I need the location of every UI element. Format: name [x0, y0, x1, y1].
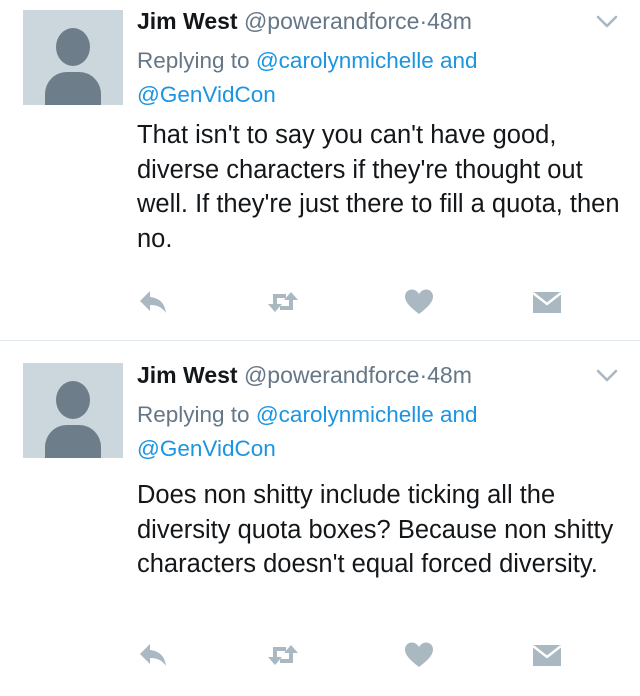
tweet-actions: [0, 636, 640, 676]
heart-icon[interactable]: [403, 640, 435, 670]
avatar[interactable]: [23, 363, 123, 458]
chevron-down-icon[interactable]: [596, 14, 618, 30]
mention-joiner[interactable]: and: [440, 48, 478, 73]
separator-dot: ·: [419, 362, 428, 388]
user-handle[interactable]: @powerandforce: [244, 8, 420, 34]
mention-link[interactable]: @carolynmichelle: [256, 48, 434, 73]
chevron-down-icon[interactable]: [596, 368, 618, 384]
tweet-text: That isn't to say you can't have good, d…: [137, 121, 620, 253]
avatar-shoulders-shape: [45, 72, 101, 105]
tweet[interactable]: Jim West @powerandforce·48m Replying to …: [0, 0, 640, 340]
replying-to-label: Replying to: [137, 402, 250, 427]
mention-link[interactable]: @GenVidCon: [137, 436, 276, 461]
separator-dot: ·: [419, 8, 428, 34]
display-name[interactable]: Jim West: [137, 362, 238, 388]
tweet[interactable]: Jim West @powerandforce·48m Replying to …: [0, 341, 640, 696]
tweet-header: Jim West @powerandforce·48m: [137, 6, 472, 36]
retweet-icon[interactable]: [266, 640, 300, 670]
tweet-actions: [0, 283, 640, 323]
avatar-head-shape: [56, 381, 90, 419]
avatar-shoulders-shape: [45, 425, 101, 458]
replying-to: Replying to @carolynmichelle and @GenVid…: [137, 44, 607, 112]
tweet-header: Jim West @powerandforce·48m: [137, 360, 472, 390]
mention-joiner[interactable]: and: [440, 402, 478, 427]
retweet-icon[interactable]: [266, 287, 300, 317]
timestamp[interactable]: 48m: [427, 362, 472, 388]
timestamp[interactable]: 48m: [427, 8, 472, 34]
mention-link[interactable]: @carolynmichelle: [256, 402, 434, 427]
envelope-icon[interactable]: [531, 287, 563, 317]
envelope-icon[interactable]: [531, 640, 563, 670]
avatar-head-shape: [56, 28, 90, 66]
reply-icon[interactable]: [137, 287, 169, 317]
user-handle[interactable]: @powerandforce: [244, 362, 420, 388]
replying-to-label: Replying to: [137, 48, 250, 73]
tweet-text: Does non shitty include ticking all the …: [137, 481, 614, 578]
avatar[interactable]: [23, 10, 123, 105]
mention-link[interactable]: @GenVidCon: [137, 82, 276, 107]
replying-to: Replying to @carolynmichelle and @GenVid…: [137, 398, 607, 466]
reply-icon[interactable]: [137, 640, 169, 670]
heart-icon[interactable]: [403, 287, 435, 317]
display-name[interactable]: Jim West: [137, 8, 238, 34]
